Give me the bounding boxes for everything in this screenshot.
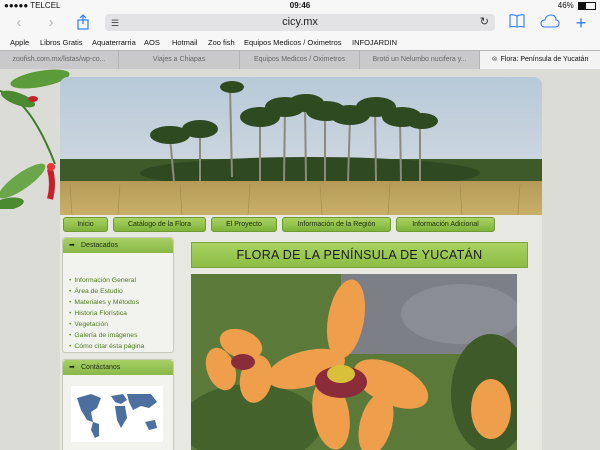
tab-viajes-chiapas[interactable]: Viajes a Chiapas xyxy=(119,51,240,69)
web-page: Inicio Catálogo de la Flora El Proyecto … xyxy=(0,69,600,450)
contactanos-title: Contáctanos xyxy=(81,364,121,371)
sidebar-link-como-citar[interactable]: • Cómo citar ésta página xyxy=(69,341,173,352)
tab-flora-active[interactable]: ⊗ Flora: Península de Yucatán xyxy=(480,51,600,69)
arrow-right-icon: ➡ xyxy=(69,242,75,249)
address-bar[interactable]: ☰ cicy.mx ↻ xyxy=(105,14,495,31)
close-tab-icon[interactable]: ⊗ xyxy=(492,56,498,63)
nav-catalogo-flora[interactable]: Catálogo de la Flora xyxy=(113,217,206,232)
clock: 09:46 xyxy=(289,1,311,10)
site-container: Inicio Catálogo de la Flora El Proyecto … xyxy=(60,77,542,450)
cloud-tabs-icon[interactable] xyxy=(540,14,560,32)
sidebar-link-galeria-imagenes[interactable]: • Galería de imágenes xyxy=(69,330,173,341)
bookmark-apple[interactable]: Apple xyxy=(10,38,29,47)
status-bar: ●●●●● TELCEL 09:46 46% xyxy=(0,0,600,12)
bookmark-equipos-medicos[interactable]: Equipos Medicos / Oximetros xyxy=(244,38,342,47)
battery-indicator: 46% xyxy=(558,1,596,10)
nav-el-proyecto[interactable]: El Proyecto xyxy=(211,217,277,232)
nav-informacion-adicional[interactable]: Información Adicional xyxy=(396,217,495,232)
sidebar-link-historia-floristica[interactable]: • Historia Florística xyxy=(69,308,173,319)
sidebar-contactanos: ➡ Contáctanos xyxy=(62,359,174,450)
sidebar-link-vegetacion[interactable]: • Vegetación xyxy=(69,319,173,330)
page-title: FLORA DE LA PENÍNSULA DE YUCATÁN xyxy=(191,242,528,268)
forward-icon[interactable]: › xyxy=(42,14,60,32)
url-text: cicy.mx xyxy=(282,16,318,28)
bookmark-aquaterrarria[interactable]: Aquaterrarria xyxy=(92,38,136,47)
tab-zoofish[interactable]: zoofish.com.mx/listas/wp-co... xyxy=(0,51,119,69)
arrow-right-icon: ➡ xyxy=(69,364,75,371)
tab-nelumbo[interactable]: Brotó un Nelumbo nucifera y... xyxy=(360,51,480,69)
reload-icon[interactable]: ↻ xyxy=(480,15,489,28)
contactanos-header: ➡ Contáctanos xyxy=(63,360,173,375)
destacados-list: • Información General • Área de Estudio • M… xyxy=(63,253,173,352)
bookmark-infojardin[interactable]: INFOJARDIN xyxy=(352,38,397,47)
bookmark-aos[interactable]: AOS xyxy=(144,38,160,47)
sidebar-link-materiales-metodos[interactable]: • Materiales y Métodos xyxy=(69,297,173,308)
sidebar-link-area-estudio[interactable]: • Área de Estudio xyxy=(69,286,173,297)
bookmarks-bar: Apple Libros Gratis Aquaterrarria AOS Ho… xyxy=(0,34,600,50)
battery-icon xyxy=(578,1,596,10)
back-icon[interactable]: ‹ xyxy=(10,14,28,32)
nav-inicio[interactable]: Inicio xyxy=(63,217,108,232)
sidebar-destacados: ➡ Destacados • Información General • Área … xyxy=(62,237,174,353)
battery-percent: 46% xyxy=(557,1,574,10)
active-tab-label: Flora: Península de Yucatán xyxy=(500,56,589,63)
main-navigation: Inicio Catálogo de la Flora El Proyecto … xyxy=(60,217,542,232)
world-map-image[interactable] xyxy=(71,386,163,442)
destacados-header: ➡ Destacados xyxy=(63,238,173,253)
share-icon[interactable] xyxy=(74,14,92,32)
bookmark-hotmail[interactable]: Hotmail xyxy=(172,38,197,47)
header-palm-landscape-image xyxy=(60,77,542,215)
bookmark-libros-gratis[interactable]: Libros Gratis xyxy=(40,38,83,47)
bookmarks-icon[interactable] xyxy=(508,14,526,32)
tab-equipos-medicos[interactable]: Equipos Medicos / Oximetros xyxy=(240,51,360,69)
destacados-title: Destacados xyxy=(81,242,118,249)
flower-photo xyxy=(191,274,517,450)
new-tab-icon[interactable]: + xyxy=(572,14,590,32)
bookmark-zoo-fish[interactable]: Zoo fish xyxy=(208,38,235,47)
nav-informacion-region[interactable]: Información de la Región xyxy=(282,217,391,232)
sidebar-link-informacion-general[interactable]: • Información General xyxy=(69,275,173,286)
browser-toolbar: ‹ › ☰ cicy.mx ↻ + xyxy=(0,12,600,34)
tab-bar: zoofish.com.mx/listas/wp-co... Viajes a … xyxy=(0,50,600,70)
